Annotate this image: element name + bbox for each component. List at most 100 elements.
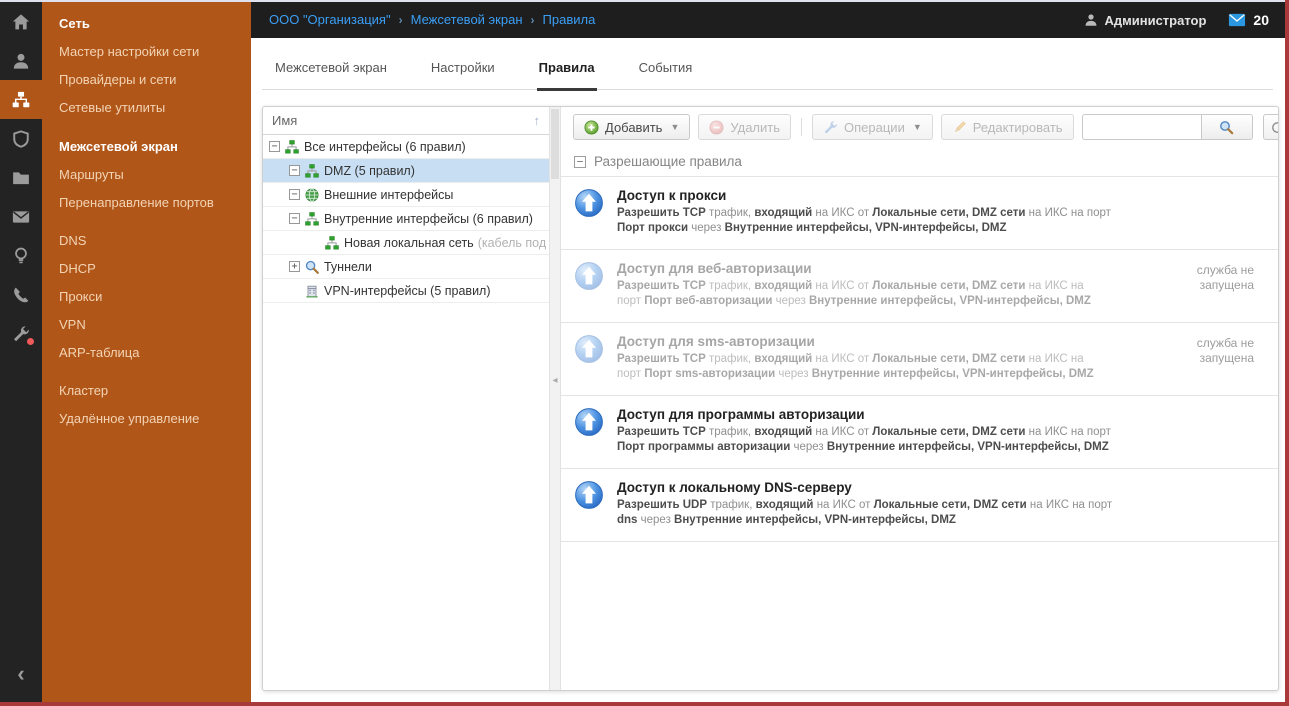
rail-item-folder[interactable] (0, 158, 42, 197)
rule-list: Доступ к прокси Разрешить TCP трафик, вхо… (561, 176, 1278, 542)
window-frame-top (0, 0, 1289, 2)
collapse-node-icon[interactable]: − (289, 213, 300, 224)
building-icon (305, 284, 319, 298)
operations-button[interactable]: Операции ▼ (812, 114, 933, 140)
search-group (1081, 114, 1278, 140)
edit-button-label: Редактировать (972, 119, 1063, 135)
rule-item[interactable]: Доступ для веб-авторизации Разрешить TCP … (561, 250, 1278, 323)
rules-panel: Добавить ▼ Удалить Операции ▼ Редактиров… (561, 107, 1278, 690)
tree-item[interactable]: VPN-интерфейсы (5 правил) (263, 279, 549, 303)
rule-description: Разрешить TCP трафик, входящий на ИКС от… (617, 280, 1091, 307)
allow-rule-icon (574, 334, 604, 364)
tree-item[interactable]: − Внутренние интерфейсы (6 правил) (263, 207, 549, 231)
tree-item[interactable]: + Туннели (263, 255, 549, 279)
sort-ascending-icon[interactable]: ↑ (534, 107, 541, 134)
breadcrumb-link[interactable]: ООО "Организация" (269, 12, 391, 27)
rail-item-user[interactable] (0, 41, 42, 80)
menu-item[interactable]: ARP-таблица (42, 338, 251, 366)
collapse-node-icon[interactable]: − (269, 141, 280, 152)
refresh-button[interactable] (1262, 114, 1278, 140)
add-button[interactable]: Добавить ▼ (573, 114, 691, 140)
expand-node-icon[interactable]: + (289, 261, 300, 272)
collapse-group-icon[interactable]: − (574, 155, 586, 168)
chevron-down-icon: ▼ (670, 122, 680, 132)
allow-rule-icon (574, 407, 604, 437)
tree-item[interactable]: Новая локальная сеть (кабель под (263, 231, 549, 255)
add-icon (584, 119, 599, 135)
tab-item[interactable]: Настройки (429, 51, 497, 89)
breadcrumb-separator: › (398, 13, 403, 27)
tree-item-label: Все интерфейсы (6 правил) (304, 139, 466, 154)
menu-item[interactable]: Маршруты (42, 160, 251, 188)
rule-description: Разрешить TCP трафик, входящий на ИКС от… (617, 353, 1094, 380)
tab-item[interactable]: События (637, 51, 695, 89)
tree-column-header[interactable]: Имя ↑ (263, 107, 549, 135)
rule-item[interactable]: Доступ для sms-авторизации Разрешить TCP … (561, 323, 1278, 396)
menu-group: DNS DHCP Прокси VPN ARP-таблица (42, 226, 251, 366)
rail-item-mail[interactable] (0, 197, 42, 236)
collapse-left-icon[interactable]: ◂ (550, 375, 560, 386)
allow-rule-icon (574, 261, 604, 291)
menu-item[interactable]: Перенаправление портов (42, 188, 251, 216)
rules-group-title: Разрешающие правила (594, 154, 742, 169)
collapse-rail-button[interactable]: ‹ (0, 663, 42, 685)
delete-button[interactable]: Удалить (698, 114, 792, 140)
window-frame-right (1285, 0, 1289, 706)
menu-item[interactable]: Кластер (42, 376, 251, 404)
menu-item[interactable]: DNS (42, 226, 251, 254)
tree-item-label: DMZ (5 правил) (324, 163, 415, 178)
home-icon (12, 13, 30, 31)
rule-description: Разрешить TCP трафик, входящий на ИКС от… (617, 207, 1111, 234)
rail-item-phone[interactable] (0, 275, 42, 314)
splitter-thumb[interactable] (551, 109, 559, 179)
menu-item[interactable]: Удалённое управление (42, 404, 251, 432)
menu-item[interactable]: Мастер настройки сети (42, 37, 251, 65)
menu-item[interactable]: DHCP (42, 254, 251, 282)
rail-item-shield[interactable] (0, 119, 42, 158)
main-area: ООО "Организация" › Межсетевой экран › Прави… (251, 2, 1285, 702)
search-button[interactable] (1200, 114, 1253, 140)
search-input[interactable] (1081, 114, 1201, 140)
edit-button[interactable]: Редактировать (940, 114, 1074, 140)
rail-item-home[interactable] (0, 2, 42, 41)
rail-item-bulb[interactable] (0, 236, 42, 275)
current-user[interactable]: Администратор (1084, 13, 1206, 28)
rail-item-network[interactable] (0, 80, 42, 119)
menu-item[interactable]: Сетевые утилиты (42, 93, 251, 121)
tree-column-title: Имя (272, 113, 298, 128)
notification-dot-icon (27, 338, 34, 345)
panel-splitter[interactable]: ◂ (549, 107, 561, 690)
tree-body: − Все интерфейсы (6 правил) − DMZ (5 правил… (263, 135, 549, 303)
toolbar-separator (801, 118, 803, 136)
menu-group: Кластер Удалённое управление (42, 376, 251, 432)
menu-item[interactable]: VPN (42, 310, 251, 338)
collapse-node-icon[interactable]: − (289, 189, 300, 200)
magnifier-icon (305, 260, 319, 274)
search-icon (1220, 120, 1234, 134)
collapse-node-icon[interactable]: − (289, 165, 300, 176)
breadcrumb-link[interactable]: Правила (543, 12, 596, 27)
menu-item[interactable]: Прокси (42, 282, 251, 310)
operations-wrench-icon (824, 120, 838, 133)
tree-item[interactable]: − Внешние интерфейсы (263, 183, 549, 207)
rule-item[interactable]: Доступ к прокси Разрешить TCP трафик, вхо… (561, 177, 1278, 250)
mail-indicator[interactable]: 20 (1228, 12, 1269, 28)
breadcrumb-link[interactable]: Межсетевой экран (411, 12, 523, 27)
rule-title: Доступ для программы авторизации (617, 407, 865, 422)
interfaces-tree-panel: Имя ↑ − Все интерфейсы (6 правил) − DMZ (5 … (263, 107, 549, 690)
shield-icon (12, 129, 30, 148)
mail-icon (12, 208, 30, 226)
rule-item[interactable]: Доступ к локальному DNS-серверу Разрешить… (561, 469, 1278, 542)
tab-active-item[interactable]: Правила (536, 51, 597, 91)
menu-item[interactable]: Провайдеры и сети (42, 65, 251, 93)
tree-item[interactable]: − DMZ (5 правил) (263, 159, 549, 183)
edit-pencil-icon (954, 120, 966, 132)
rail-item-wrench[interactable] (0, 314, 42, 353)
mail-icon (1229, 13, 1246, 27)
rule-item[interactable]: Доступ для программы авторизации Разрешит… (561, 396, 1278, 469)
tree-item[interactable]: − Все интерфейсы (6 правил) (263, 135, 549, 159)
net-icon (305, 163, 319, 178)
tab-item[interactable]: Межсетевой экран (273, 51, 389, 89)
